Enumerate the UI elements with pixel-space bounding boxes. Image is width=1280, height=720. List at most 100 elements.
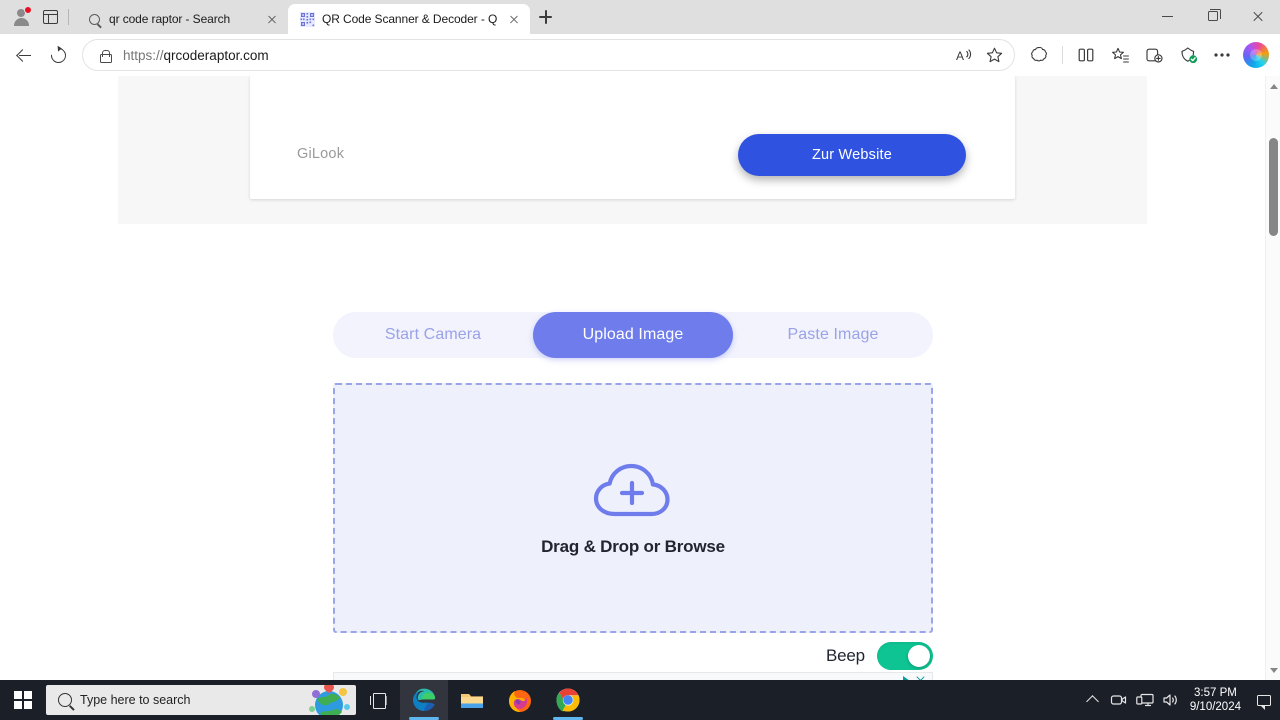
address-bar[interactable]: https://qrcoderaptor.com A [82,39,1015,71]
meet-now-button[interactable] [1106,680,1132,720]
collections-button[interactable] [1138,39,1170,71]
beep-setting: Beep [826,642,933,670]
maximize-icon [1207,8,1221,21]
profile-avatar[interactable] [6,2,36,32]
browser-tab-qr-scanner[interactable]: QR Code Scanner & Decoder - Q [288,4,530,34]
system-tray: 3:57 PM 9/10/2024 [1080,680,1280,720]
task-view-button[interactable] [356,680,400,720]
close-icon[interactable] [264,11,280,27]
close-icon [1252,10,1264,22]
browser-toolbar: https://qrcoderaptor.com A [0,34,1280,76]
notification-dot [24,6,32,14]
scroll-up-button[interactable] [1266,78,1280,94]
tab-upload-image[interactable]: Upload Image [533,312,733,358]
minimize-icon [1162,15,1173,17]
volume-icon [1163,694,1178,706]
collections-add-icon [1146,48,1163,63]
scan-mode-tabs: Start Camera Upload Image Paste Image [333,312,933,358]
taskbar-app-google-chrome[interactable] [544,680,592,720]
image-dropzone[interactable]: Drag & Drop or Browse [333,383,933,633]
taskbar-search-box[interactable]: Type here to search [46,685,356,715]
lock-icon [97,47,113,63]
toggle-knob [907,645,930,667]
browser-essentials-button[interactable] [1023,39,1055,71]
chrome-icon [556,688,580,712]
copilot-button[interactable] [1240,39,1272,71]
show-hidden-icons-button[interactable] [1080,680,1106,720]
microsoft-edge-icon [413,688,436,712]
windows-logo-icon [14,691,32,709]
network-display-icon [1136,693,1154,707]
taskbar-app-microsoft-edge[interactable] [400,680,448,720]
speech-bubble-icon [1257,694,1271,710]
vertical-tabs-icon [42,10,58,24]
earth-illustration-icon [309,685,350,715]
ad-cta-button[interactable]: Zur Website [738,134,966,176]
arrow-left-icon [16,47,32,63]
notification-center-button[interactable] [1250,680,1278,720]
chevron-up-icon [1086,695,1100,708]
window-controls [1145,0,1280,32]
ad-card[interactable]: GiLook Zur Website [250,76,1015,199]
chevron-up-icon [1269,83,1278,89]
favorites-star-list-icon [1111,47,1129,63]
more-horizontal-icon [1214,53,1230,57]
browser-security-button[interactable] [1172,39,1204,71]
page-viewport: GiLook Zur Website Start Camera Upload I… [0,76,1280,680]
taskbar-app-file-explorer[interactable] [448,680,496,720]
taskbar-app-mozilla-firefox[interactable] [496,680,544,720]
tab-paste-image[interactable]: Paste Image [733,312,933,358]
browser-tab-search[interactable]: qr code raptor - Search [75,4,288,34]
firefox-icon [509,690,531,712]
address-bar-actions: A [950,41,1008,69]
page-scrollbar[interactable] [1265,76,1280,680]
split-screen-button[interactable] [1070,39,1102,71]
search-icon [58,693,72,707]
advertisement-top: GiLook Zur Website [118,76,1147,224]
scroll-down-button[interactable] [1266,662,1280,678]
ad-brand-label: GiLook [297,146,345,162]
search-placeholder: Type here to search [80,693,191,707]
camera-icon [1111,695,1127,705]
add-favorite-button[interactable] [980,41,1008,69]
volume-button[interactable] [1158,680,1184,720]
taskbar-clock[interactable]: 3:57 PM 9/10/2024 [1184,686,1250,714]
beep-toggle[interactable] [876,642,933,670]
search-icon [86,11,102,27]
tab-actions-button[interactable] [36,3,64,31]
tab-strip: qr code raptor - Search QR Code Scanner … [0,0,1280,34]
file-explorer-icon [461,694,483,708]
clock-time: 3:57 PM [1194,687,1237,699]
start-button[interactable] [0,680,46,720]
minimize-button[interactable] [1145,0,1190,32]
refresh-button[interactable] [42,39,74,71]
maximize-button[interactable] [1190,0,1235,32]
network-button[interactable] [1132,680,1158,720]
back-button[interactable] [8,39,40,71]
favorites-button[interactable] [1104,39,1136,71]
browser-window: qr code raptor - Search QR Code Scanner … [0,0,1280,680]
dropzone-label: Drag & Drop or Browse [541,537,725,556]
shield-check-icon [1180,47,1197,64]
star-icon [986,47,1002,63]
cloud-upload-icon [593,463,670,517]
beep-label: Beep [826,646,865,665]
qr-code-icon [299,11,315,27]
scrollbar-thumb[interactable] [1269,138,1278,236]
settings-and-more-button[interactable] [1206,39,1238,71]
close-window-button[interactable] [1235,0,1280,32]
reload-icon [47,44,69,66]
read-aloud-button[interactable]: A [950,41,978,69]
toolbar-divider [1062,46,1063,64]
windows-taskbar: Type here to search 3:57 PM 9/10/2024 [0,680,1280,720]
close-icon[interactable] [506,11,522,27]
tab-title: qr code raptor - Search [109,12,231,26]
tab-start-camera[interactable]: Start Camera [333,312,533,358]
svg-text:A: A [956,49,964,63]
new-tab-button[interactable] [530,2,560,32]
copilot-icon [1243,42,1269,68]
chevron-down-icon [1269,667,1278,673]
read-aloud-icon: A [956,49,971,63]
task-view-icon [369,693,387,709]
clock-date: 9/10/2024 [1189,701,1241,713]
